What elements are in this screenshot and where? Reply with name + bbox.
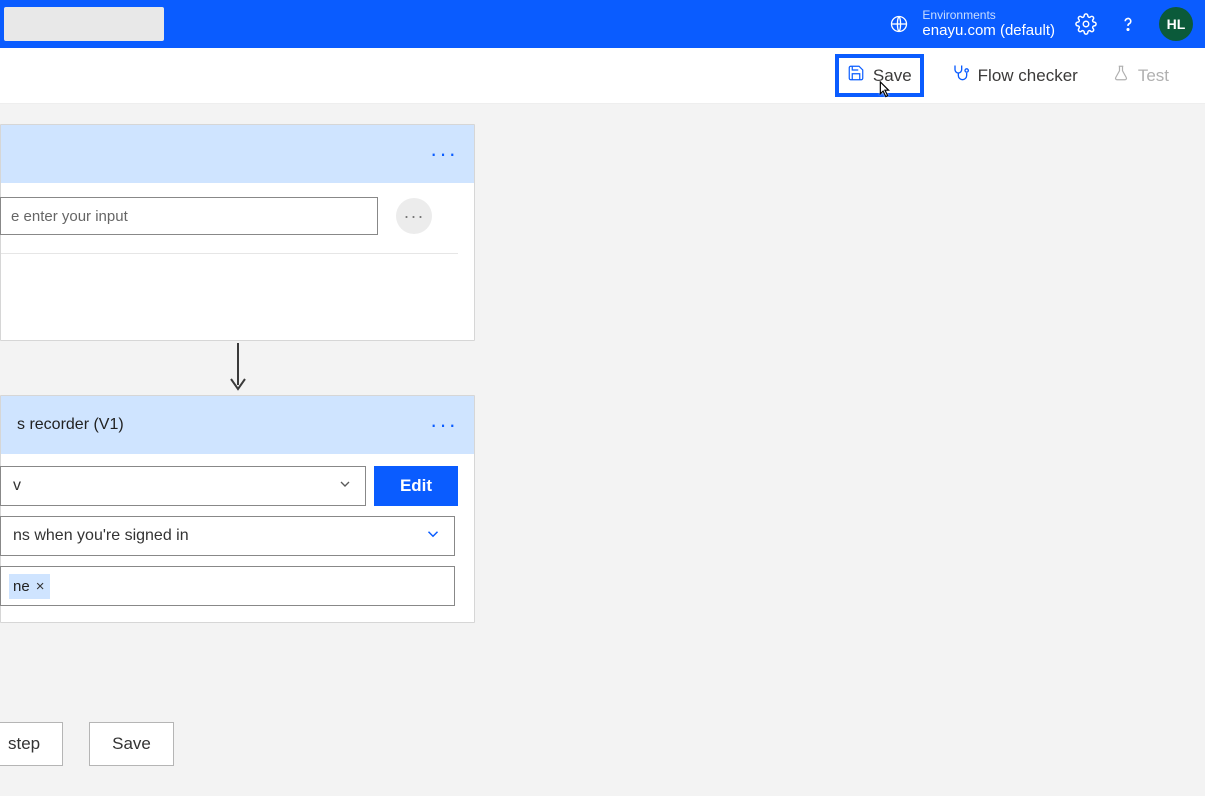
flow-select-row: v Edit (1, 466, 458, 506)
environment-picker[interactable]: Environments enayu.com (default) (888, 8, 1055, 40)
header-left (12, 7, 164, 41)
save-bottom-button[interactable]: Save (89, 722, 174, 766)
trigger-card: ··· ··· (0, 124, 475, 341)
save-bottom-label: Save (112, 734, 151, 753)
edit-button[interactable]: Edit (374, 466, 458, 506)
trigger-text-input[interactable] (0, 197, 378, 235)
token-label: ne (13, 578, 30, 595)
input-row: ··· (1, 197, 458, 254)
more-icon[interactable]: ··· (430, 141, 458, 167)
more-icon[interactable]: ··· (430, 412, 458, 438)
new-step-label: step (8, 734, 40, 753)
chevron-down-icon (424, 525, 442, 548)
action-card-body: v Edit ns when you're signed in ne (1, 454, 474, 622)
flask-icon (1112, 64, 1130, 87)
connector-arrow (0, 341, 475, 395)
save-icon (847, 64, 865, 87)
settings-icon[interactable] (1075, 13, 1097, 35)
flow-checker-button[interactable]: Flow checker (942, 57, 1086, 94)
flow-select[interactable]: v (0, 466, 366, 506)
input-more-button[interactable]: ··· (396, 198, 432, 234)
action-card-title: s recorder (V1) (17, 416, 124, 434)
flow-select-value: v (13, 477, 21, 495)
test-button[interactable]: Test (1104, 58, 1177, 93)
remove-token-icon[interactable]: × (34, 578, 47, 595)
trigger-card-header[interactable]: ··· (1, 125, 474, 183)
save-label: Save (873, 66, 912, 86)
arrow-down-icon (226, 341, 250, 395)
avatar-initials: HL (1167, 16, 1186, 32)
environment-label: Environments (922, 8, 1055, 22)
test-label: Test (1138, 66, 1169, 86)
chevron-down-icon (337, 476, 353, 497)
header-right: Environments enayu.com (default) HL (888, 7, 1193, 41)
environment-value: enayu.com (default) (922, 22, 1055, 40)
search-input[interactable] (4, 7, 164, 41)
run-mode-select[interactable]: ns when you're signed in (0, 516, 455, 556)
save-button[interactable]: Save (835, 54, 924, 97)
bottom-actions: step Save (0, 722, 174, 766)
avatar[interactable]: HL (1159, 7, 1193, 41)
environment-text: Environments enayu.com (default) (922, 8, 1055, 40)
flow-checker-label: Flow checker (978, 66, 1078, 86)
parameter-token[interactable]: ne × (9, 574, 50, 599)
help-icon[interactable] (1117, 13, 1139, 35)
app-header: Environments enayu.com (default) HL (0, 0, 1205, 48)
action-card-header[interactable]: s recorder (V1) ··· (1, 396, 474, 454)
action-card: s recorder (V1) ··· v Edit ns when you'r… (0, 395, 475, 623)
globe-icon (888, 13, 910, 35)
new-step-button[interactable]: step (0, 722, 63, 766)
stethoscope-icon (950, 63, 970, 88)
edit-label: Edit (400, 476, 432, 495)
action-toolbar: Save Flow checker Test (0, 48, 1205, 104)
trigger-card-body: ··· (1, 183, 474, 340)
parameter-input[interactable]: ne × (0, 566, 455, 606)
flow-canvas: ··· ··· s recorder (V1) ··· v (0, 104, 1205, 796)
run-mode-value: ns when you're signed in (13, 527, 189, 545)
